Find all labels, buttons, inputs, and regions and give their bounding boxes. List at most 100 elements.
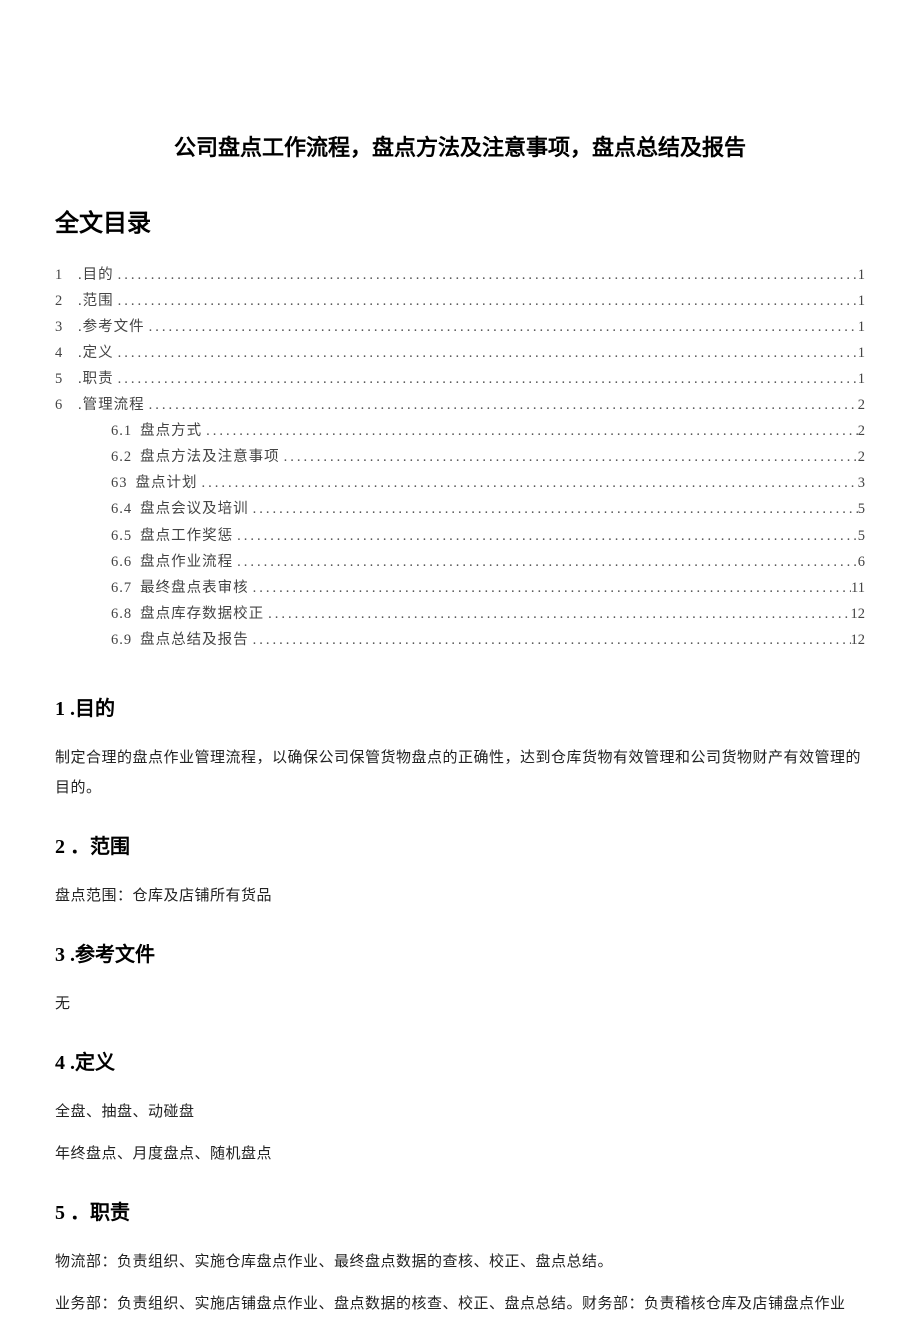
toc-heading: 全文目录	[55, 205, 865, 243]
section-heading-definition: 4 .定义	[55, 1047, 865, 1079]
toc-num: 63	[111, 470, 128, 496]
toc-num: 6	[55, 392, 70, 418]
toc-entry: 6.5 盘点工作奖惩 5	[111, 523, 865, 549]
section-number: 4	[55, 1052, 65, 1074]
toc-entry: 6.9 盘点总结及报告 12	[111, 627, 865, 653]
toc-leader	[145, 314, 858, 340]
toc-leader	[233, 523, 858, 549]
toc-num: 3	[55, 314, 70, 340]
toc-leader	[233, 549, 858, 575]
section-heading-purpose: 1 .目的	[55, 693, 865, 725]
toc-leader	[114, 340, 858, 366]
toc-entry: 6.7 最终盘点表审核 11	[111, 575, 865, 601]
toc-page: 3	[858, 470, 865, 496]
toc-entry: 6.8 盘点库存数据校正 12	[111, 601, 865, 627]
section-title: ．范围	[70, 836, 130, 858]
toc-num: 6.7	[111, 575, 132, 601]
section-body: 无	[55, 989, 865, 1019]
toc-num: 6.6	[111, 549, 132, 575]
section-body: 年终盘点、月度盘点、随机盘点	[55, 1139, 865, 1169]
toc-label: 盘点工作奖惩	[140, 523, 233, 549]
toc-page: 5	[858, 523, 865, 549]
toc-num: 6.5	[111, 523, 132, 549]
toc-leader	[145, 392, 858, 418]
toc-entry: 2 .范围 1	[55, 288, 865, 314]
section-title: .目的	[70, 698, 115, 720]
toc-page: 12	[851, 627, 866, 653]
toc-label: .管理流程	[78, 392, 145, 418]
toc-label: .定义	[78, 340, 114, 366]
toc-label: 最终盘点表审核	[140, 575, 249, 601]
toc-entry: 6.1 盘点方式 2	[111, 418, 865, 444]
section-title: ．职责	[70, 1202, 130, 1224]
toc-entry: 5 .职责 1	[55, 366, 865, 392]
toc-page: 1	[858, 314, 865, 340]
toc-label: 盘点方法及注意事项	[140, 444, 280, 470]
toc-num: 1	[55, 262, 70, 288]
toc-num: 6.2	[111, 444, 132, 470]
toc-entry: 6.6 盘点作业流程 6	[111, 549, 865, 575]
toc-leader	[114, 262, 858, 288]
section-body: 业务部：负责组织、实施店铺盘点作业、盘点数据的核查、校正、盘点总结。财务部：负责…	[55, 1289, 865, 1319]
section-number: 1	[55, 698, 65, 720]
toc-leader	[198, 470, 858, 496]
toc-entry: 1 .目的 1	[55, 262, 865, 288]
toc-leader	[114, 288, 858, 314]
toc-label: 盘点总结及报告	[140, 627, 249, 653]
section-heading-references: 3 .参考文件	[55, 939, 865, 971]
section-body: 制定合理的盘点作业管理流程，以确保公司保管货物盘点的正确性，达到仓库货物有效管理…	[55, 743, 865, 803]
toc-page: 2	[858, 392, 865, 418]
toc-num: 2	[55, 288, 70, 314]
toc-num: 6.9	[111, 627, 132, 653]
toc-leader	[249, 575, 851, 601]
section-body: 全盘、抽盘、动碰盘	[55, 1097, 865, 1127]
toc-entry: 63 盘点计划 3	[111, 470, 865, 496]
toc-entry: 4 .定义 1	[55, 340, 865, 366]
toc-entry: 3 .参考文件 1	[55, 314, 865, 340]
toc-page: 6	[858, 549, 865, 575]
toc-label: 盘点方式	[140, 418, 202, 444]
toc-label: 盘点库存数据校正	[140, 601, 264, 627]
toc-page: 1	[858, 340, 865, 366]
section-body: 物流部：负责组织、实施仓库盘点作业、最终盘点数据的查核、校正、盘点总结。	[55, 1247, 865, 1277]
toc-num: 6.1	[111, 418, 132, 444]
toc-leader	[249, 627, 851, 653]
toc-page: 1	[858, 288, 865, 314]
toc-num: 6.4	[111, 496, 132, 522]
section-body: 盘点范围：仓库及店铺所有货品	[55, 881, 865, 911]
toc-page: 2	[858, 444, 865, 470]
toc-label: .范围	[78, 288, 114, 314]
toc-page: 1	[858, 262, 865, 288]
toc-leader	[114, 366, 858, 392]
section-title: .参考文件	[70, 944, 155, 966]
toc-num: 6.8	[111, 601, 132, 627]
toc-label: .目的	[78, 262, 114, 288]
toc-page: 2	[858, 418, 865, 444]
toc-label: .职责	[78, 366, 114, 392]
toc-entry: 6.4 盘点会议及培训 5	[111, 496, 865, 522]
toc-label: .参考文件	[78, 314, 145, 340]
toc-page: 12	[851, 601, 866, 627]
toc-subsection: 6.1 盘点方式 2 6.2 盘点方法及注意事项 2 63 盘点计划 3 6.4…	[55, 418, 865, 653]
toc-num: 4	[55, 340, 70, 366]
toc-leader	[202, 418, 858, 444]
toc-page: 1	[858, 366, 865, 392]
section-heading-responsibility: 5 ．职责	[55, 1197, 865, 1229]
toc-leader	[280, 444, 858, 470]
toc-entry: 6 .管理流程 2	[55, 392, 865, 418]
toc-label: 盘点作业流程	[140, 549, 233, 575]
table-of-contents: 1 .目的 1 2 .范围 1 3 .参考文件 1 4 .定义 1 5 .职责 …	[55, 262, 865, 653]
document-title: 公司盘点工作流程，盘点方法及注意事项，盘点总结及报告	[55, 130, 865, 165]
toc-entry: 6.2 盘点方法及注意事项 2	[111, 444, 865, 470]
toc-label: 盘点计划	[136, 470, 198, 496]
section-title: .定义	[70, 1052, 115, 1074]
section-number: 2	[55, 836, 65, 858]
toc-leader	[264, 601, 850, 627]
toc-leader	[249, 496, 858, 522]
toc-num: 5	[55, 366, 70, 392]
toc-page: 5	[858, 496, 865, 522]
section-number: 5	[55, 1202, 65, 1224]
toc-label: 盘点会议及培训	[140, 496, 249, 522]
toc-page: 11	[851, 575, 865, 601]
section-number: 3	[55, 944, 65, 966]
